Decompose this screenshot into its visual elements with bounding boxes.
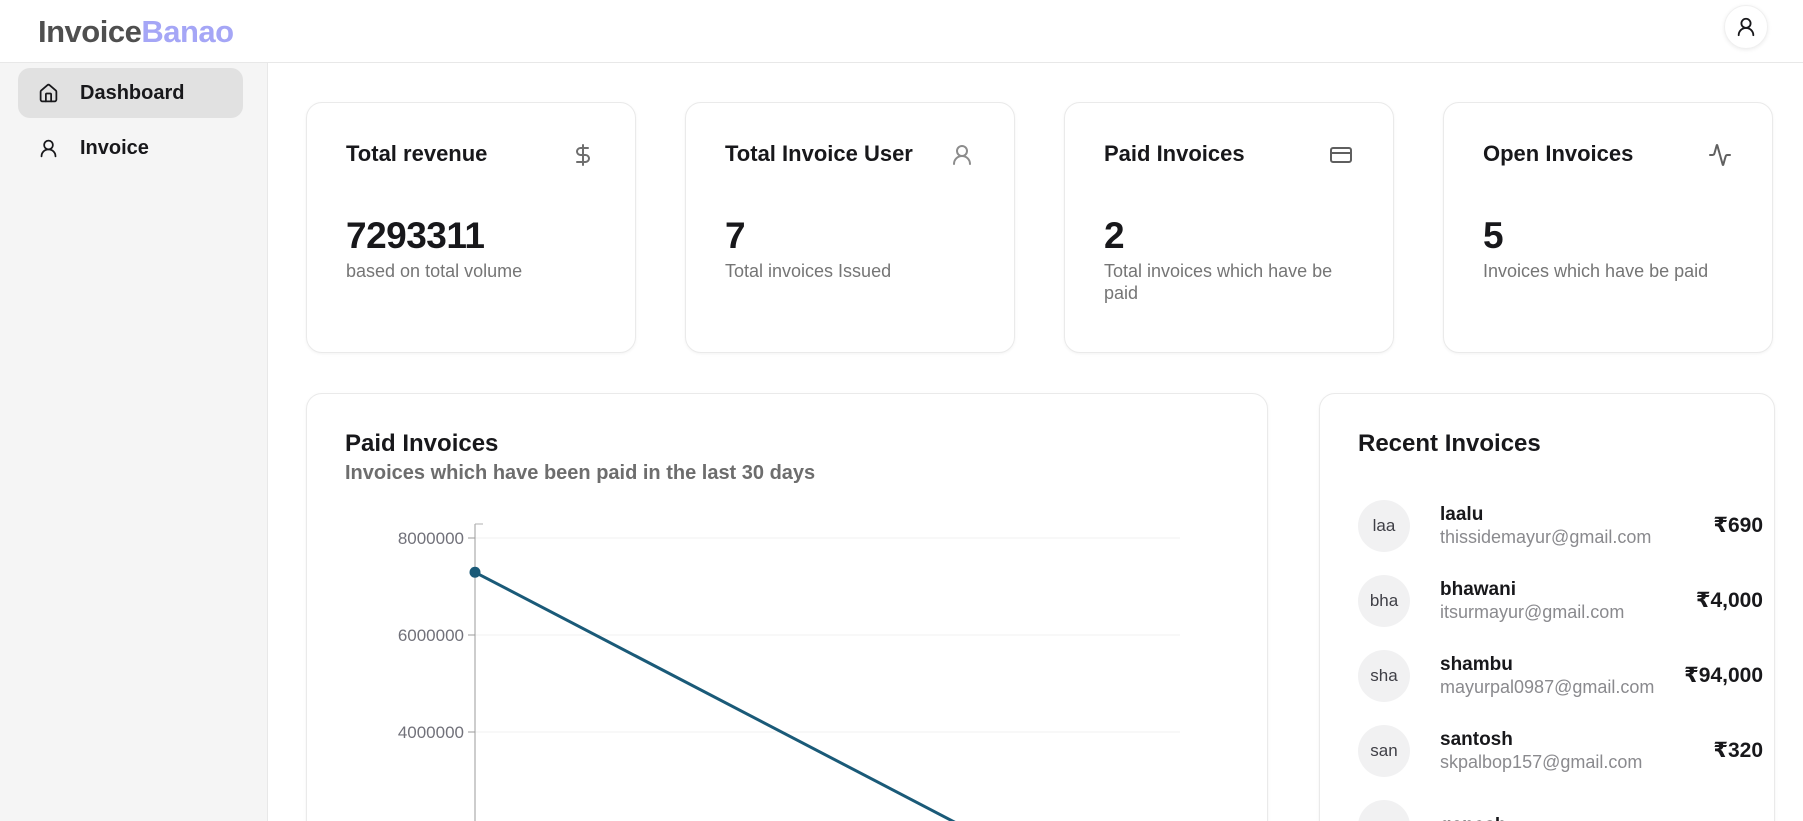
account-button[interactable] [1724,5,1768,49]
logo-text-primary: Invoice [38,14,141,50]
stat-card-subtitle: Total invoices which have be paid [1104,261,1353,305]
sidebar-item-invoice[interactable]: Invoice [18,123,243,173]
stat-card-subtitle: based on total volume [346,261,595,283]
stat-cards-row: Total revenue 7293311 based on total vol… [306,102,1773,353]
invoice-user-name: ganesh [1440,814,1507,821]
sidebar: Dashboard Invoice [0,63,268,821]
invoice-user-email: skpalbop157@gmail.com [1440,751,1642,774]
sidebar-item-label: Dashboard [80,82,184,105]
activity-icon [1708,143,1732,167]
app-logo: InvoiceBanao [38,0,234,63]
stat-card-title: Open Invoices [1483,141,1633,167]
invoice-user-email: itsurmayur@gmail.com [1440,601,1624,624]
invoice-list-item: san santosh skpalbop157@gmail.com ₹320 [1358,725,1763,777]
stat-card-subtitle: Total invoices Issued [725,261,974,283]
stat-card-title: Total Invoice User [725,141,913,167]
credit-card-icon [1329,143,1353,167]
sidebar-item-label: Invoice [80,137,149,160]
invoice-list-item: sha shambu mayurpal0987@gmail.com ₹94,00… [1358,650,1763,702]
stat-card-title: Paid Invoices [1104,141,1245,167]
avatar [1358,800,1410,821]
stat-card-total-invoice-user: Total Invoice User 7 Total invoices Issu… [685,102,1015,353]
paid-invoices-chart-card: Paid Invoices Invoices which have been p… [306,393,1268,821]
paid-invoices-line-chart: 8000000 6000000 4000000 [307,394,1269,821]
invoice-user-name: shambu [1440,653,1654,676]
user-icon [38,138,59,159]
recent-invoices-card: Recent Invoices laa laalu thissidemayur@… [1319,393,1775,821]
invoice-amount: ₹94,000 [1684,663,1763,688]
stat-card-value: 2 [1104,217,1353,254]
invoice-user-name: laalu [1440,503,1651,526]
stat-card-open-invoices: Open Invoices 5 Invoices which have be p… [1443,102,1773,353]
invoice-list-item: bha bhawani itsurmayur@gmail.com ₹4,000 [1358,575,1763,627]
app-header: InvoiceBanao [0,0,1803,63]
avatar: bha [1358,575,1410,627]
home-icon [38,83,59,104]
recent-invoices-title: Recent Invoices [1358,430,1763,459]
invoice-user-email: thissidemayur@gmail.com [1440,526,1651,549]
logo-text-secondary: Banao [141,14,233,50]
invoice-list-item: laa laalu thissidemayur@gmail.com ₹690 [1358,500,1763,552]
invoice-amount: ₹4,000 [1696,588,1763,613]
sidebar-item-dashboard[interactable]: Dashboard [18,68,243,118]
invoice-user-name: bhawani [1440,578,1624,601]
stat-card-value: 7 [725,217,974,254]
invoice-user-name: santosh [1440,728,1642,751]
avatar: laa [1358,500,1410,552]
user-icon [950,143,974,167]
recent-invoices-list: laa laalu thissidemayur@gmail.com ₹690 b… [1358,500,1763,821]
svg-text:4000000: 4000000 [398,723,464,742]
avatar: san [1358,725,1410,777]
stat-card-paid-invoices: Paid Invoices 2 Total invoices which hav… [1064,102,1394,353]
svg-text:8000000: 8000000 [398,529,464,548]
avatar: sha [1358,650,1410,702]
invoice-amount: ₹320 [1713,738,1763,763]
stat-card-title: Total revenue [346,141,487,167]
invoice-user-email: mayurpal0987@gmail.com [1440,676,1654,699]
user-icon [1735,16,1757,38]
stat-card-subtitle: Invoices which have be paid [1483,261,1732,283]
stat-card-total-revenue: Total revenue 7293311 based on total vol… [306,102,636,353]
svg-text:6000000: 6000000 [398,626,464,645]
dollar-icon [571,143,595,167]
stat-card-value: 7293311 [346,217,595,254]
invoice-amount: ₹690 [1713,513,1763,538]
invoice-list-item: ganesh [1358,800,1763,821]
stat-card-value: 5 [1483,217,1732,254]
